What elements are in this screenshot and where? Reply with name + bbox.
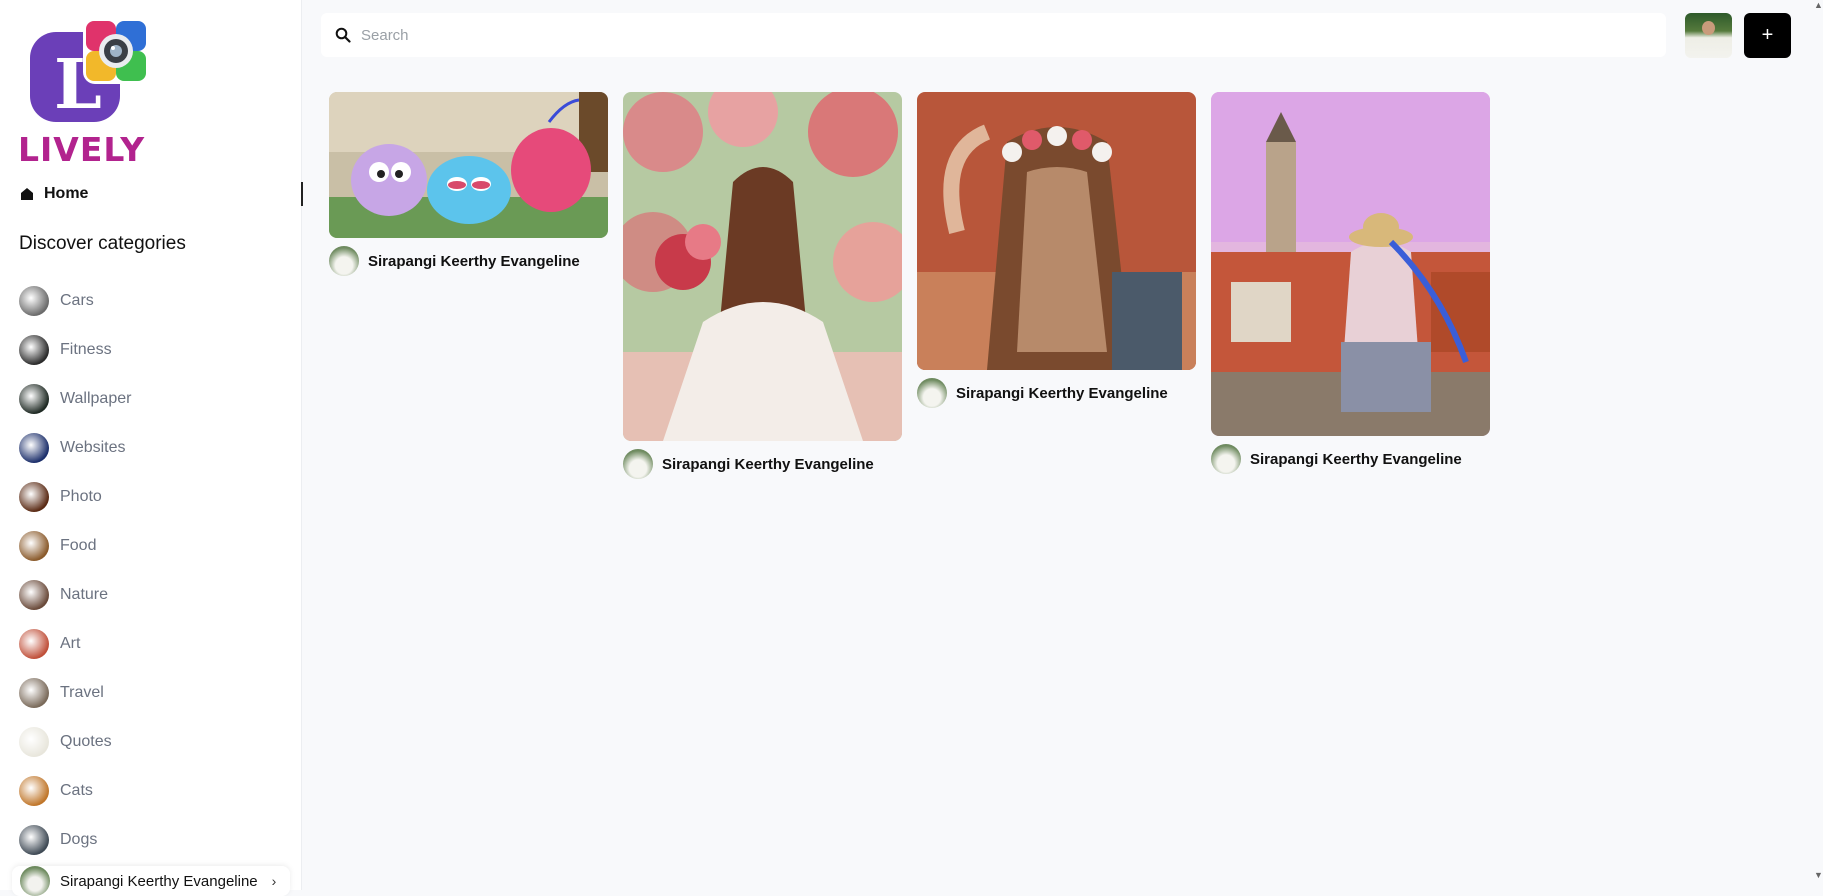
pin-author[interactable]: Sirapangi Keerthy Evangeline (623, 449, 902, 479)
avatar (329, 246, 359, 276)
category-label: Photo (60, 487, 102, 505)
pin-image-town-view[interactable] (1211, 92, 1490, 436)
category-label: Quotes (60, 732, 112, 750)
pin-card[interactable]: Sirapangi Keerthy Evangeline (1211, 92, 1490, 474)
category-item-travel[interactable]: Travel (19, 668, 289, 717)
search-input[interactable] (361, 26, 1641, 44)
cars-thumbnail (19, 285, 49, 316)
travel-thumbnail (19, 677, 49, 708)
pin-card[interactable]: Sirapangi Keerthy Evangeline (917, 92, 1196, 408)
chevron-right-icon: › (271, 873, 277, 889)
category-label: Dogs (60, 830, 98, 848)
category-item-cats[interactable]: Cats (19, 766, 289, 815)
user-avatar-button[interactable] (1685, 13, 1732, 58)
category-item-cars[interactable]: Cars (19, 276, 289, 325)
scroll-up-arrow-icon[interactable]: ▲ (1814, 0, 1823, 10)
category-item-photo[interactable]: Photo (19, 472, 289, 521)
profile-name: Sirapangi Keerthy Evangeline (60, 872, 258, 890)
category-list: Cars Fitness Wallpaper Websites Photo Fo… (19, 276, 289, 864)
search-bar[interactable] (321, 13, 1666, 57)
search-icon (335, 27, 351, 43)
category-item-dogs[interactable]: Dogs (19, 815, 289, 864)
pin-image-cartoon-birds[interactable] (329, 92, 608, 238)
avatar (623, 449, 653, 479)
quotes-thumbnail (19, 726, 49, 757)
pin-author-name: Sirapangi Keerthy Evangeline (1250, 450, 1462, 468)
cats-thumbnail (19, 775, 49, 806)
fitness-thumbnail (19, 334, 49, 365)
pin-card[interactable]: Sirapangi Keerthy Evangeline (623, 92, 902, 479)
nav-home-label: Home (44, 185, 89, 202)
dogs-thumbnail (19, 824, 49, 855)
pin-author-name: Sirapangi Keerthy Evangeline (368, 252, 580, 270)
nature-thumbnail (19, 579, 49, 610)
category-label: Websites (60, 438, 126, 456)
pin-author[interactable]: Sirapangi Keerthy Evangeline (329, 246, 608, 276)
add-pin-button[interactable]: + (1744, 13, 1791, 58)
brand-name: LIVELY (18, 130, 146, 169)
pin-author-name: Sirapangi Keerthy Evangeline (956, 384, 1168, 402)
home-icon (21, 188, 33, 200)
avatar (917, 378, 947, 408)
category-item-wallpaper[interactable]: Wallpaper (19, 374, 289, 423)
category-label: Fitness (60, 340, 112, 358)
category-label: Cars (60, 291, 94, 309)
websites-thumbnail (19, 432, 49, 463)
photo-thumbnail (19, 481, 49, 512)
category-label: Nature (60, 585, 109, 603)
food-thumbnail (19, 530, 49, 561)
scroll-down-arrow-icon[interactable]: ▼ (1814, 870, 1823, 880)
category-label: Art (60, 634, 81, 652)
discover-categories-title: Discover categories (19, 233, 186, 254)
active-nav-indicator (301, 182, 303, 206)
category-label: Food (60, 536, 97, 554)
art-thumbnail (19, 628, 49, 659)
avatar (1702, 21, 1715, 35)
category-label: Wallpaper (60, 389, 132, 407)
pin-image-flower-crown[interactable] (917, 92, 1196, 370)
pin-image-bride-garden[interactable] (623, 92, 902, 441)
profile-card[interactable]: Sirapangi Keerthy Evangeline › (12, 866, 290, 896)
avatar (20, 866, 50, 896)
category-item-fitness[interactable]: Fitness (19, 325, 289, 374)
nav-home[interactable]: Home (20, 182, 88, 206)
avatar (1211, 444, 1241, 474)
category-item-nature[interactable]: Nature (19, 570, 289, 619)
category-label: Travel (60, 683, 104, 701)
pin-author-name: Sirapangi Keerthy Evangeline (662, 455, 874, 473)
wallpaper-thumbnail (19, 383, 49, 414)
category-item-websites[interactable]: Websites (19, 423, 289, 472)
pin-card[interactable]: Sirapangi Keerthy Evangeline (329, 92, 608, 276)
category-label: Cats (60, 781, 93, 799)
pin-author[interactable]: Sirapangi Keerthy Evangeline (1211, 444, 1490, 474)
category-item-quotes[interactable]: Quotes (19, 717, 289, 766)
category-item-art[interactable]: Art (19, 619, 289, 668)
sidebar: L LIVELY Home Discover categories Cars F… (0, 0, 303, 896)
category-item-food[interactable]: Food (19, 521, 289, 570)
pin-author[interactable]: Sirapangi Keerthy Evangeline (917, 378, 1196, 408)
